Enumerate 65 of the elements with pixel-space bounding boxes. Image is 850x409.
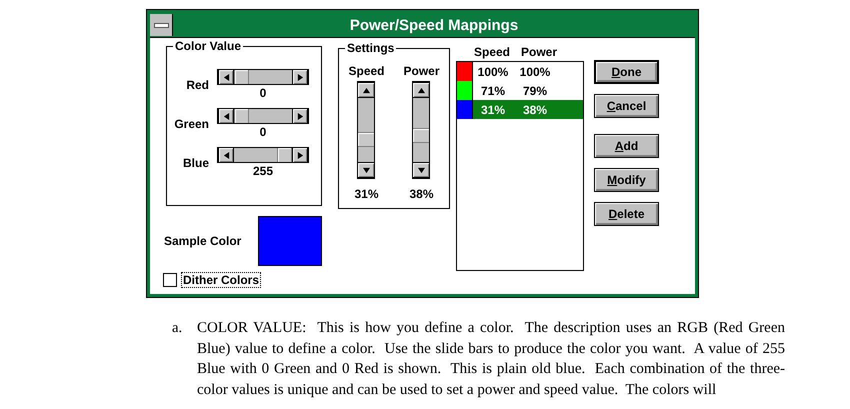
slider-value: 0 bbox=[260, 125, 266, 139]
dialog-button[interactable]: Done bbox=[594, 60, 659, 84]
up-arrow-button[interactable] bbox=[413, 82, 430, 98]
left-arrow-icon bbox=[222, 112, 230, 120]
down-arrow-button[interactable] bbox=[413, 162, 430, 178]
scroll-thumb[interactable] bbox=[234, 70, 249, 84]
speed-value: 71% bbox=[480, 84, 506, 98]
left-arrow-icon bbox=[222, 74, 230, 80]
window-title: Power/Speed Mappings bbox=[348, 16, 520, 34]
list-row[interactable]: 31% 38% bbox=[457, 100, 583, 119]
scroll-thumb[interactable] bbox=[358, 132, 374, 147]
scrollbar-label: Power bbox=[403, 64, 440, 78]
column-header: Power bbox=[521, 45, 558, 59]
left-arrow-button[interactable] bbox=[218, 109, 234, 123]
system-menu-button[interactable] bbox=[150, 14, 173, 36]
vertical-scrollbar[interactable] bbox=[412, 81, 430, 179]
horizontal-scrollbar[interactable] bbox=[217, 108, 309, 124]
list-row[interactable]: 100% 100% bbox=[457, 62, 583, 81]
power-value: 38% bbox=[522, 102, 548, 116]
right-arrow-button[interactable] bbox=[292, 148, 308, 162]
left-arrow-button[interactable] bbox=[218, 148, 234, 162]
left-arrow-button[interactable] bbox=[218, 70, 234, 84]
group-title: Color Value bbox=[173, 39, 244, 53]
right-arrow-button[interactable] bbox=[292, 70, 308, 84]
column-header: Speed bbox=[474, 45, 510, 59]
scroll-thumb[interactable] bbox=[413, 128, 430, 144]
speed-value: 100% bbox=[476, 64, 510, 78]
scroll-thumb[interactable] bbox=[234, 109, 249, 123]
right-arrow-icon bbox=[296, 74, 304, 80]
slider-value: 255 bbox=[252, 164, 274, 178]
group-title: Settings bbox=[345, 41, 396, 55]
scrollbar-label: Speed bbox=[348, 64, 384, 78]
horizontal-scrollbar[interactable] bbox=[217, 147, 309, 163]
slider-label: Red bbox=[185, 78, 209, 92]
power-value: 100% bbox=[518, 64, 552, 78]
scroll-thumb[interactable] bbox=[277, 148, 292, 162]
left-arrow-icon bbox=[222, 152, 230, 158]
checkbox[interactable] bbox=[163, 273, 177, 287]
list-row[interactable]: 71% 79% bbox=[457, 81, 583, 100]
list-marker: a. bbox=[172, 319, 184, 338]
dialog-button[interactable]: Modify bbox=[594, 168, 659, 192]
dialog-button[interactable]: Cancel bbox=[594, 94, 659, 118]
up-arrow-icon bbox=[362, 86, 370, 94]
sample-color-label: Sample Color bbox=[164, 234, 242, 248]
scrollbar-value: 31% bbox=[354, 187, 378, 201]
slider-label: Blue bbox=[182, 156, 209, 170]
vertical-scrollbar[interactable] bbox=[357, 81, 376, 179]
down-arrow-icon bbox=[418, 166, 425, 174]
paragraph: COLOR VALUE: This is how you define a color. The description uses an RGB (Red Green Blue) value to define a color. Use the slide bars to produce the color you want. A value of 255 Blue with 0 Green and 0 Red is shown. This is plain old blue. Each combination of the three-color values is unique and can be used to set a power and speed value. The colors will bbox=[197, 319, 785, 400]
right-arrow-icon bbox=[296, 112, 304, 120]
checkbox-label[interactable]: Dither Colors bbox=[181, 272, 262, 288]
dialog-button[interactable]: Add bbox=[594, 134, 659, 158]
power-value: 79% bbox=[522, 84, 548, 98]
slider-value: 0 bbox=[260, 86, 266, 100]
up-arrow-button[interactable] bbox=[358, 82, 374, 98]
right-arrow-icon bbox=[296, 152, 304, 158]
dialog-button[interactable]: Delete bbox=[594, 202, 659, 226]
speed-value: 31% bbox=[480, 102, 506, 116]
horizontal-scrollbar[interactable] bbox=[217, 69, 309, 85]
down-arrow-icon bbox=[362, 166, 370, 174]
up-arrow-icon bbox=[418, 86, 425, 94]
right-arrow-button[interactable] bbox=[292, 109, 308, 123]
slider-label: Green bbox=[173, 116, 209, 130]
scrollbar-value: 38% bbox=[409, 187, 434, 201]
down-arrow-button[interactable] bbox=[358, 162, 374, 178]
